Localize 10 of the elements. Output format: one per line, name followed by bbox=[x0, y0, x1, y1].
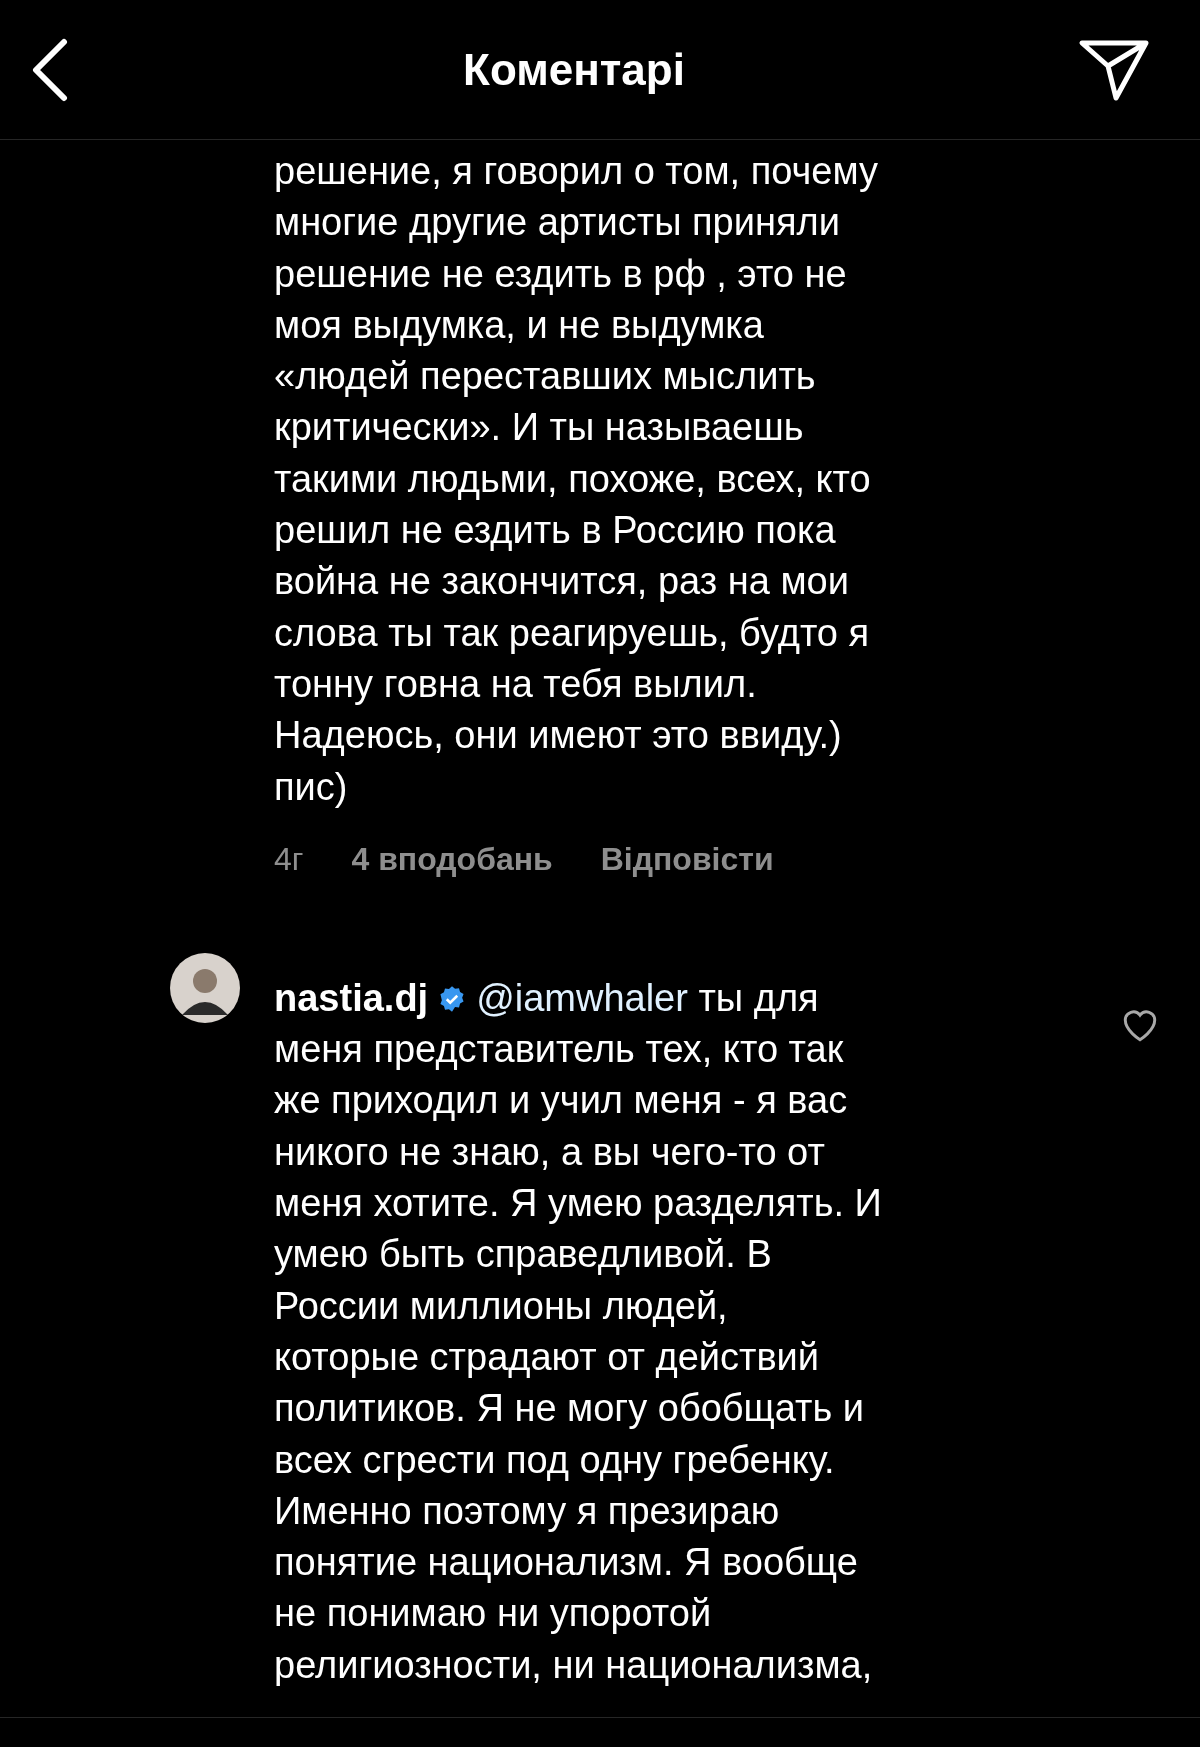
avatar[interactable] bbox=[170, 952, 240, 1023]
mention-link[interactable]: @iamwhaler bbox=[476, 976, 688, 1019]
likes-count[interactable]: 4 вподобань bbox=[351, 834, 553, 883]
comment-text: решение, я говорил о том, почему многие другие артисты приняли решение не ездить в рф , это не моя выдумка, и не выдумка «людей переставших мыслить критически». И ты называешь такими людьми, похоже, всех, кто решил не ездить в Россию пока война не закончится, раз на мои слова ты так реагируешь, будто я тонну говна на тебя вылил. Надеюсь, они имеют это ввиду.) пис) bbox=[274, 149, 880, 810]
comment-time: 4г bbox=[274, 839, 304, 879]
page-title: Коментарі bbox=[463, 43, 685, 96]
username-link[interactable]: nastia.dj bbox=[274, 976, 429, 1019]
back-icon[interactable] bbox=[30, 37, 70, 102]
comment-text: nastia.dj @iamwhaler ты для меня представитель тех, кто так же приходил и учил меня - я вас никого не знаю, а вы чего-то от меня хотите. Я умею разделять. И умею быть справедливой. В России миллионы людей, которые страдают от действий политиков. Я не могу обобщать и всех сгрести под одну гребенку. Именно поэтому я презираю понятие национализм. Я вообще не понимаю ни упоротой религиозности, ни национализма, bbox=[274, 975, 883, 1688]
reply-link[interactable]: Відповісти bbox=[600, 834, 774, 883]
